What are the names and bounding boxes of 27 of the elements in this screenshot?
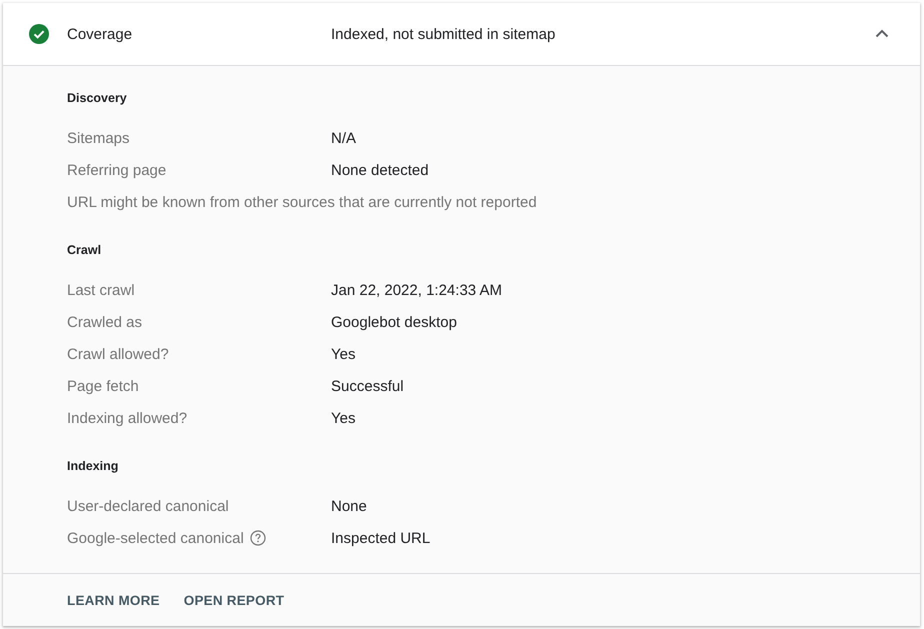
field-label: Google-selected canonical: [67, 530, 244, 546]
text-button[interactable]: OPEN REPORT: [176, 584, 292, 616]
field-value: N/A: [331, 130, 356, 146]
field-label: Referring page: [67, 162, 166, 178]
header-title: Coverage: [67, 26, 134, 42]
field-label: Crawled as: [67, 314, 142, 330]
field-value: None: [331, 498, 367, 514]
status-text: Indexed, not submitted in sitemap: [331, 26, 556, 42]
field-value: None detected: [331, 162, 429, 178]
field-label: Sitemaps: [67, 130, 130, 146]
section-heading: Indexing: [67, 458, 118, 475]
field-label: Indexing allowed?: [67, 410, 188, 426]
field-value: Yes: [331, 346, 356, 362]
note-text: URL might be known from other sources that are currently not reported: [67, 194, 537, 210]
field-value: Yes: [331, 410, 356, 426]
section-heading: Crawl: [67, 242, 102, 259]
field-label: User-declared canonical: [67, 498, 229, 514]
help-icon[interactable]: [250, 530, 266, 546]
field-value: Jan 22, 2022, 1:24:33 AM: [331, 282, 502, 298]
field-label: Last crawl: [67, 282, 135, 298]
field-label: Crawl allowed?: [67, 346, 169, 362]
section-heading: Discovery: [67, 90, 127, 107]
text-button[interactable]: LEARN MORE: [59, 584, 168, 616]
field-value: Googlebot desktop: [331, 314, 457, 330]
field-value: Inspected URL: [331, 530, 430, 546]
field-value: Successful: [331, 378, 404, 394]
field-label: Page fetch: [67, 378, 139, 394]
